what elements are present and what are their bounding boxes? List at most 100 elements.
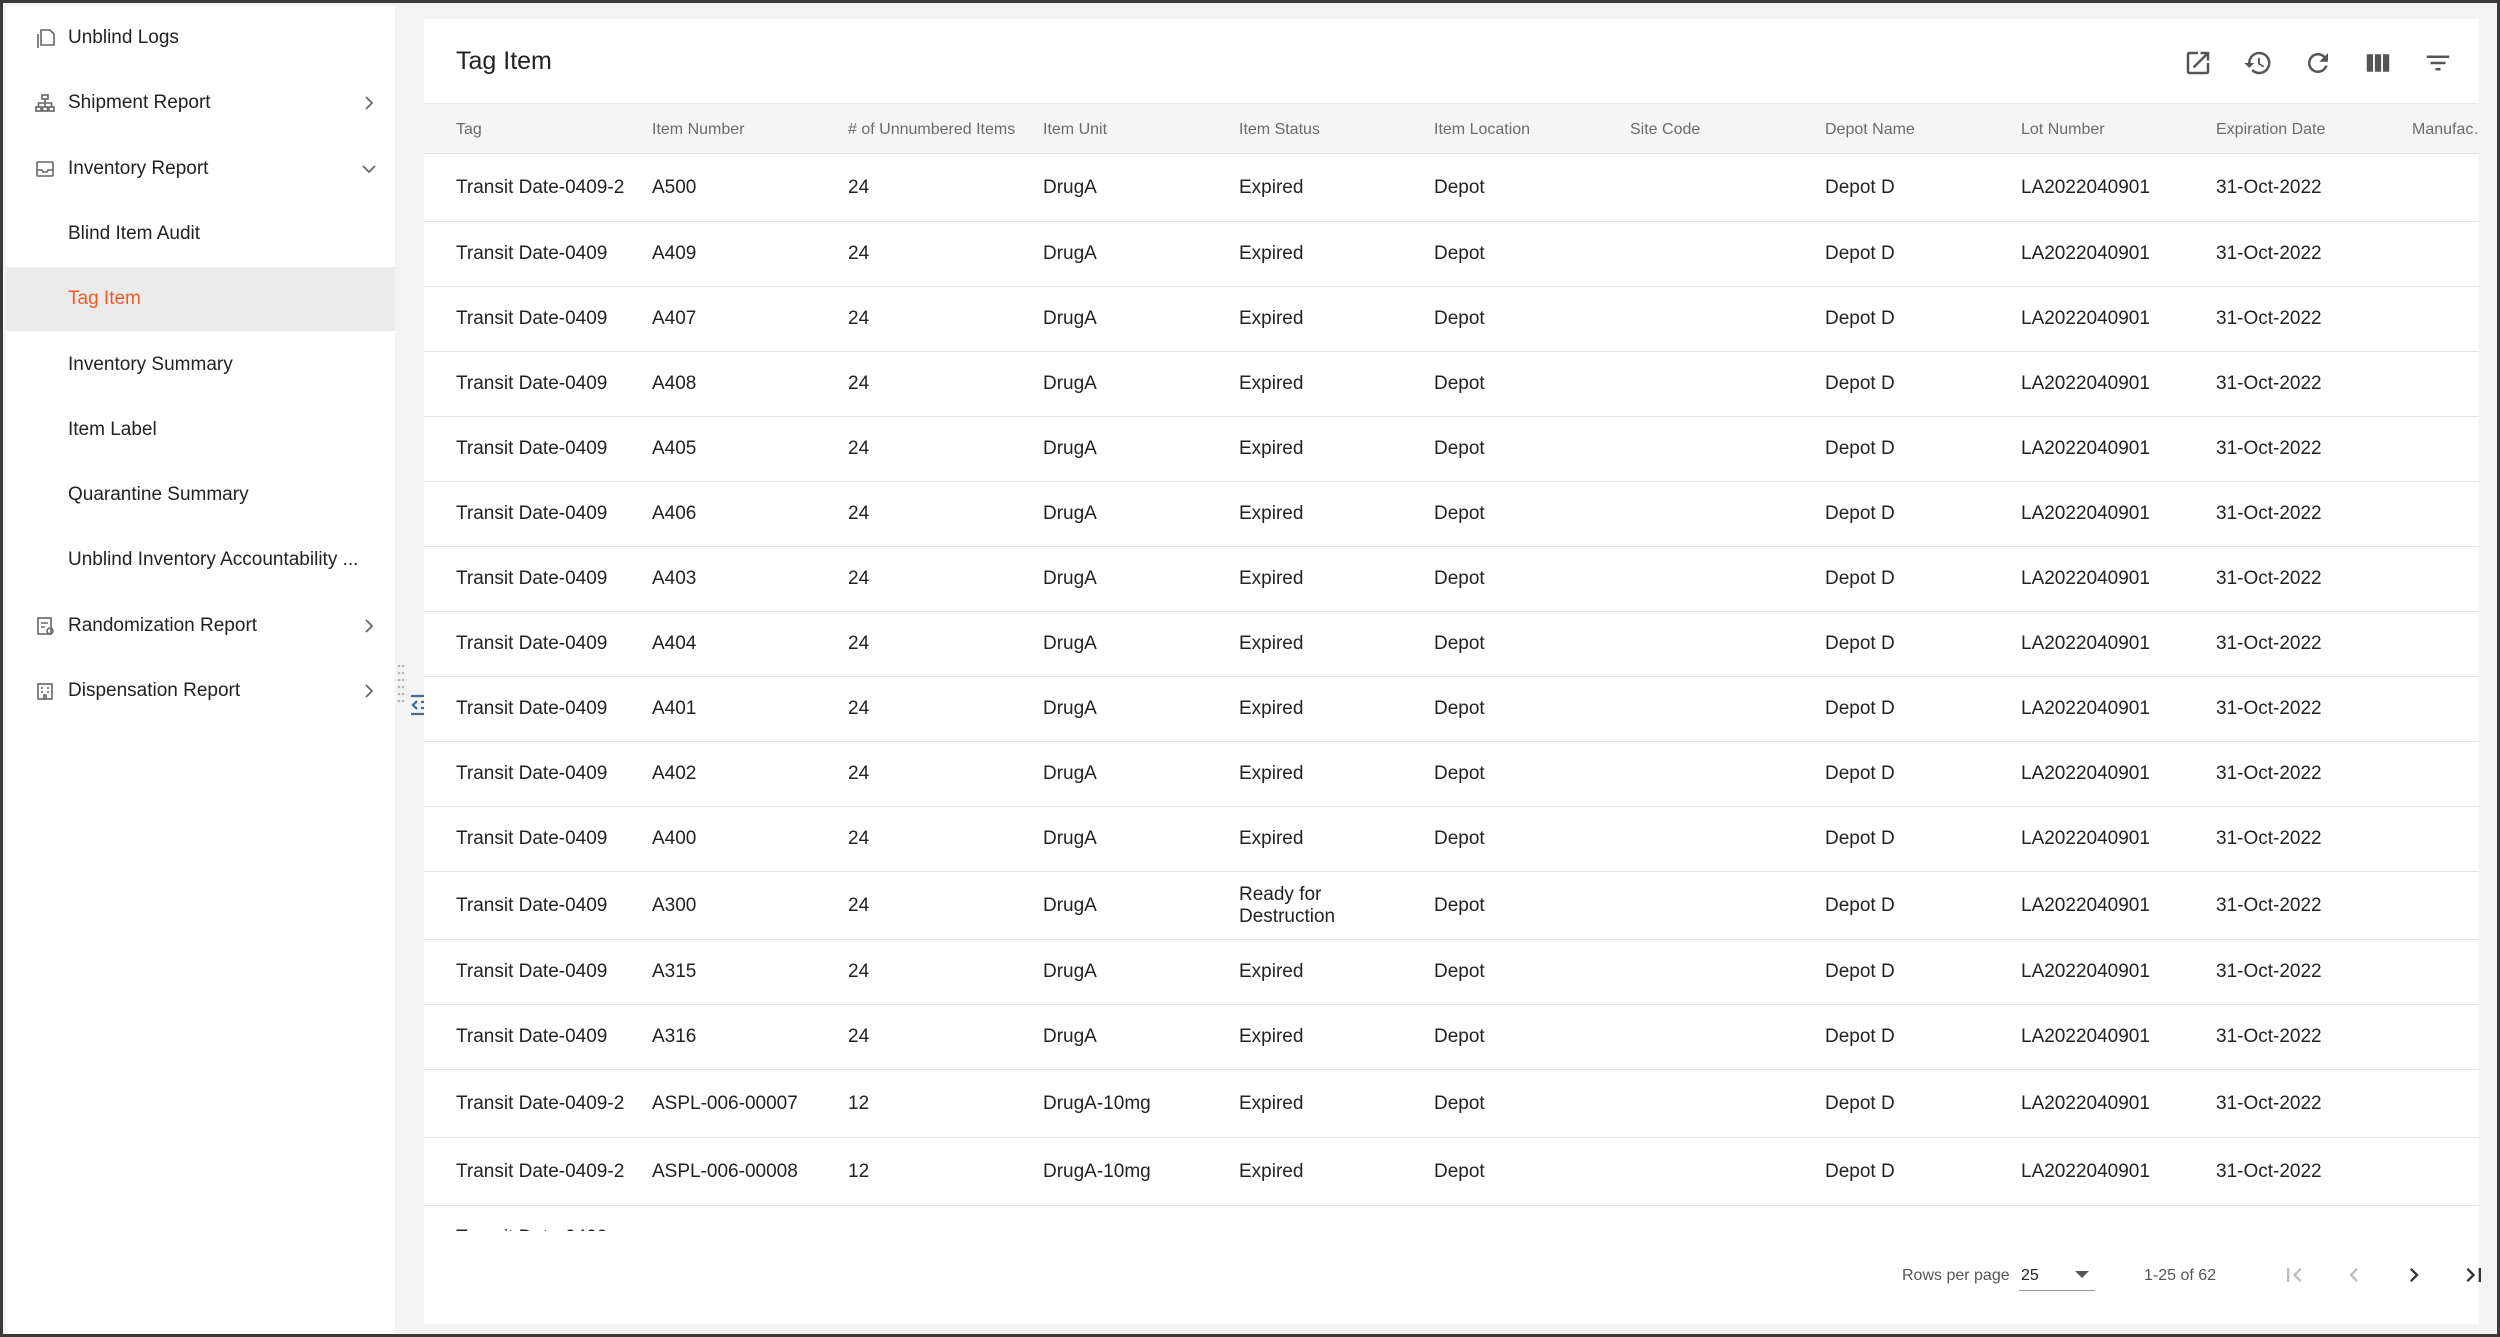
table-row[interactable]: Transit Date-0409 A315 24 DrugA Expired Depot… — [424, 940, 2479, 1005]
sidebar-item-tag-item[interactable]: Tag Item — [6, 267, 395, 332]
table-cell — [2412, 287, 2479, 351]
sidebar-item-label: Tag Item — [68, 288, 141, 310]
table-cell: Depot D — [1825, 1160, 1895, 1182]
filter-button[interactable] — [2420, 45, 2456, 81]
table-row[interactable]: Transit Date-0409 A404 24 DrugA Expired Depot… — [424, 612, 2479, 677]
column-header[interactable]: Item Unit — [1043, 104, 1233, 155]
first-page-button[interactable] — [2274, 1255, 2314, 1295]
data-table: Tag Item Number # of Unnumbered Items Item … — [424, 103, 2479, 1231]
table-cell: 24 — [848, 308, 870, 329]
sidebar-item-item-label[interactable]: Item Label — [6, 398, 395, 462]
column-header[interactable]: Item Location — [1434, 104, 1614, 155]
table-cell: 31-Oct-2022 — [2216, 894, 2322, 916]
table-cell — [1043, 1206, 1233, 1231]
column-header[interactable]: Manufac… Num… — [2412, 104, 2479, 155]
table-row[interactable]: Transit Date-0409 A406 24 DrugA Expired Depot… — [424, 482, 2479, 547]
table-cell: 24 — [848, 1026, 870, 1047]
dropdown-arrow-icon — [2075, 1271, 2089, 1278]
table-cell — [2412, 1005, 2479, 1069]
table-row[interactable]: Transit Date-0409 A300 24 DrugA Ready for De… — [424, 872, 2479, 940]
sidebar-item-unblind-logs[interactable]: Unblind Logs — [6, 6, 395, 70]
table-cell: Expired — [1239, 1160, 1304, 1182]
table-row[interactable]: Transit Date-0409 A408 24 DrugA Expired Depot… — [424, 352, 2479, 417]
previous-page-button[interactable] — [2334, 1255, 2374, 1295]
chevron-right-icon — [2410, 1268, 2419, 1282]
column-header[interactable]: Lot Number — [2021, 104, 2201, 155]
table-row[interactable]: Transit Date-0409 A403 24 DrugA Expired Depot… — [424, 547, 2479, 612]
table-row[interactable]: Transit Date-0409 A405 24 DrugA Expired Depot… — [424, 417, 2479, 482]
sidebar-item-label: Quarantine Summary — [68, 484, 249, 506]
refresh-button[interactable] — [2300, 45, 2336, 81]
table-cell: LA2022040901 — [2021, 1092, 2150, 1114]
table-cell: Transit Date-0409 — [456, 373, 608, 394]
table-cell: 31-Oct-2022 — [2216, 243, 2322, 264]
sidebar-item-inventory-report[interactable]: Inventory Report — [6, 137, 395, 201]
table-cell: A500 — [652, 176, 697, 198]
table-row[interactable]: Transit Date-0409 A409 24 DrugA Expired Depot… — [424, 222, 2479, 287]
table-cell: A315 — [652, 961, 697, 982]
last-page-button[interactable] — [2454, 1255, 2494, 1295]
column-header[interactable]: Tag — [456, 104, 646, 155]
column-header[interactable]: Item Status — [1239, 104, 1419, 155]
table-row[interactable]: Transit Date-0409 A402 24 DrugA Expired Depot… — [424, 742, 2479, 807]
sidebar-item-quarantine-summary[interactable]: Quarantine Summary — [6, 463, 395, 527]
table-cell: Depot — [1434, 633, 1485, 654]
table-row[interactable]: Transit Date-0409-2 A500 24 DrugA Expired Dep… — [424, 154, 2479, 222]
table-cell — [2412, 154, 2479, 221]
table-row[interactable]: Transit Date-0409 A407 24 DrugA Expired Depot… — [424, 287, 2479, 352]
history-button[interactable] — [2240, 45, 2276, 81]
table-cell: Expired — [1239, 243, 1304, 264]
table-cell: Depot D — [1825, 568, 1895, 589]
sidebar-item-label: Blind Item Audit — [68, 222, 201, 244]
table-row[interactable]: Transit Date-0409 A400 24 DrugA Expired Depot… — [424, 807, 2479, 872]
table-cell: Expired — [1239, 176, 1304, 198]
table-cell: 31-Oct-2022 — [2216, 633, 2322, 654]
table-cell: Transit Date-0409 — [456, 503, 608, 524]
next-page-button[interactable] — [2394, 1255, 2434, 1295]
sidebar-item-dispensation-report[interactable]: Dispensation Report — [6, 659, 395, 723]
resize-handle[interactable] — [397, 663, 405, 709]
table-row[interactable]: Transit Date-0409-2 ASPL-006-00007 12 DrugA… — [424, 1070, 2479, 1138]
report-icon — [37, 616, 54, 635]
columns-button[interactable] — [2360, 45, 2396, 81]
table-cell — [2412, 482, 2479, 546]
table-cell: 31-Oct-2022 — [2216, 503, 2322, 524]
chevron-down-icon — [362, 164, 376, 173]
table-row[interactable]: Transit Date-0409 — [424, 1206, 2479, 1231]
table-cell: ASPL-006-00008 — [652, 1160, 798, 1182]
table-cell: DrugA-10mg — [1043, 1160, 1151, 1182]
table-cell: LA2022040901 — [2021, 763, 2150, 784]
table-row[interactable]: Transit Date-0409-2 ASPL-006-00008 12 DrugA… — [424, 1138, 2479, 1206]
table-cell: Depot — [1434, 698, 1485, 719]
column-header[interactable]: Depot Name — [1825, 104, 2005, 155]
table-row[interactable]: Transit Date-0409 A316 24 DrugA Expired Depot… — [424, 1005, 2479, 1070]
table-cell: Depot D — [1825, 633, 1895, 654]
rows-per-page-value: 25 — [2021, 1267, 2039, 1284]
sidebar: Unblind Logs Shipment Report Inventory Rep… — [6, 6, 395, 1334]
rows-per-page-select[interactable]: 25 — [2019, 1259, 2095, 1291]
table-cell: Depot D — [1825, 1092, 1895, 1114]
table-cell: DrugA — [1043, 176, 1097, 198]
sidebar-item-inventory-summary[interactable]: Inventory Summary — [6, 333, 395, 397]
table-cell: LA2022040901 — [2021, 243, 2150, 264]
table-cell: Expired — [1239, 568, 1304, 589]
table-cell: 24 — [848, 763, 870, 784]
sidebar-item-shipment-report[interactable]: Shipment Report — [6, 71, 395, 135]
column-header[interactable]: # of Unnumbered Items — [848, 104, 1028, 155]
column-header[interactable]: Site Code — [1630, 104, 1810, 155]
table-cell: Transit Date-0409 — [456, 1026, 608, 1047]
sidebar-item-blind-item-audit[interactable]: Blind Item Audit — [6, 202, 395, 266]
export-button[interactable] — [2180, 45, 2216, 81]
table-row[interactable]: Transit Date-0409 A401 24 DrugA Expired Depot… — [424, 677, 2479, 742]
table-cell: Transit Date-0409 — [456, 1206, 646, 1231]
table-cell — [1630, 612, 1810, 676]
column-header[interactable]: Expiration Date — [2216, 104, 2396, 155]
column-header[interactable]: Item Number — [652, 104, 837, 155]
table-cell: 31-Oct-2022 — [2216, 961, 2322, 982]
sidebar-item-unblind-inventory-accountability[interactable]: Unblind Inventory Accountability ... — [6, 528, 395, 592]
table-cell — [1630, 872, 1810, 939]
table-cell: DrugA — [1043, 828, 1097, 849]
sidebar-item-randomization-report[interactable]: Randomization Report — [6, 594, 395, 658]
table-cell: LA2022040901 — [2021, 961, 2150, 982]
table-cell — [1630, 1206, 1810, 1231]
